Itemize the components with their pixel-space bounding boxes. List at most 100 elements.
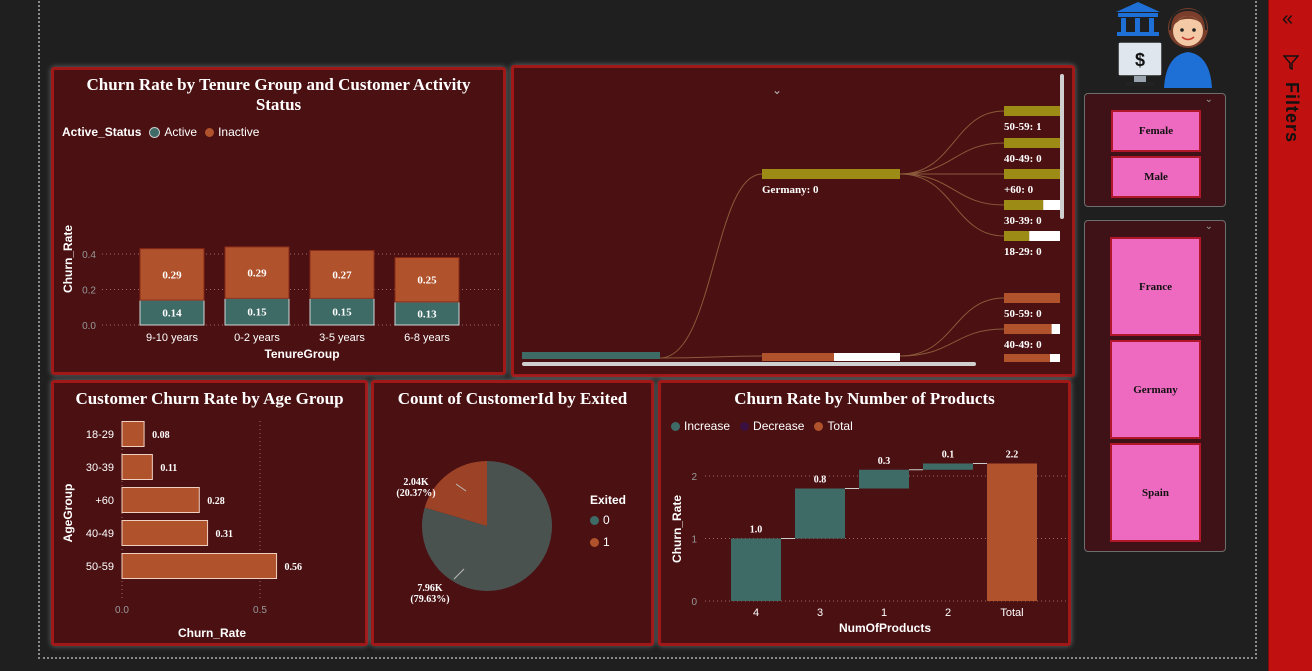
tree-leaf-label: 30-39: 0 <box>1004 215 1042 227</box>
legend-decrease-label: Decrease <box>753 419 805 433</box>
pie-legend-1-dot <box>590 537 599 547</box>
bar-age-group <box>121 421 145 447</box>
data-label-inactive: 0.29 <box>162 269 182 281</box>
tree-leaf-bar <box>1004 293 1060 303</box>
bar-age-group <box>121 454 153 480</box>
age-chart-title: Customer Churn Rate by Age Group <box>75 389 344 408</box>
filter-funnel-icon <box>1283 55 1299 70</box>
computer-monitor-icon: $ <box>1117 41 1163 86</box>
waterfall-bar-increase <box>923 463 973 470</box>
slicer-option-female[interactable]: Female <box>1111 110 1201 152</box>
x-tick-label: 3 <box>817 607 823 619</box>
slicer-option-france[interactable]: France <box>1110 237 1201 336</box>
y-tick-label: 1 <box>691 535 697 546</box>
x-axis-title: TenureGroup <box>264 347 339 361</box>
tenure-churn-chart-panel[interactable]: Churn Rate by Tenure Group and Customer … <box>51 67 506 375</box>
legend-active-dot <box>149 126 161 138</box>
y-axis-title: Churn_Rate <box>61 225 75 293</box>
data-label-inactive: 0.29 <box>247 268 267 280</box>
data-label-active: 0.13 <box>417 308 437 320</box>
legend-total-label: Total <box>827 419 853 433</box>
tree-link <box>659 355 763 359</box>
tree-leaf-label: 50-59: 0 <box>1004 308 1042 320</box>
tree-leaf-label: 50-59: 1 <box>1004 121 1042 133</box>
pie-legend-0-label: 0 <box>603 513 610 527</box>
products-chart-title: Churn Rate by Number of Products <box>734 389 995 408</box>
tree-leaf-label: +60: 0 <box>1004 184 1034 196</box>
tree-leaf-bar <box>1004 354 1050 362</box>
x-tick-label: Total <box>1000 607 1023 619</box>
legend-inactive-label: Inactive <box>218 125 260 139</box>
tenure-chart-legend: Active_Status Active Inactive <box>62 125 259 139</box>
tree-leaf-bar <box>1004 169 1060 179</box>
bar-age-group <box>121 520 209 546</box>
age-churn-chart-panel[interactable]: Customer Churn Rate by Age Group 0.0 0.5 1… <box>51 380 368 646</box>
products-churn-chart-panel[interactable]: Churn Rate by Number of Products Increas… <box>658 380 1071 646</box>
y-tick-label: +60 <box>95 495 114 507</box>
x-tick-label: 2 <box>945 607 951 619</box>
tree-link <box>899 142 1005 175</box>
tree-vertical-scrollbar <box>1060 74 1064 219</box>
collapse-pane-icon[interactable]: « <box>1282 8 1293 31</box>
data-label-inactive: 0.25 <box>417 275 437 287</box>
tree-link <box>899 173 1005 206</box>
data-label-inactive: 0.27 <box>332 269 352 281</box>
tree-node-germany-label: Germany: 0 <box>762 184 819 196</box>
country-slicer-panel: ⌄ France Germany Spain <box>1084 220 1226 552</box>
decomposition-tree: ⌄ Germany: 0 50-59: 1 40-49: 0 +60: 0 30-39: … <box>522 74 1064 366</box>
pie-label-1-count: 2.04K <box>403 477 429 488</box>
pie-legend-title: Exited <box>590 493 627 507</box>
y-tick-label: 2 <box>691 472 697 483</box>
tree-node-bar-remainder <box>834 353 900 361</box>
waterfall-bar-increase <box>795 488 845 539</box>
y-tick-label: 40-49 <box>86 528 114 540</box>
data-label: 0.56 <box>285 562 303 573</box>
tree-leaf-bar-remainder <box>1050 354 1060 362</box>
tree-leaf-bar <box>1004 138 1060 148</box>
slicer-option-male[interactable]: Male <box>1111 156 1201 198</box>
tree-root-bar <box>522 352 660 359</box>
x-tick-label: 4 <box>753 607 759 619</box>
y-axis-title: Churn_Rate <box>670 495 684 563</box>
bank-customer-service-illustration: $ <box>1116 2 1212 88</box>
x-tick-label: 0.5 <box>253 605 267 616</box>
country-slicer-chevron-icon[interactable]: ⌄ <box>1205 221 1213 232</box>
y-tick-label: 0.2 <box>82 286 96 297</box>
tree-expand-chevron-icon: ⌄ <box>772 83 782 97</box>
tenure-chart-title: Churn Rate by Tenure Group and Customer … <box>86 75 471 114</box>
tree-leaf-bar-remainder <box>1029 231 1060 241</box>
data-label: 1.0 <box>750 525 763 536</box>
legend-inactive-dot <box>205 127 215 137</box>
data-label: 0.1 <box>942 450 955 461</box>
exited-pie-chart-panel[interactable]: Count of CustomerId by Exited 2.04K (20.3… <box>371 380 654 646</box>
slicer-option-spain[interactable]: Spain <box>1110 443 1201 542</box>
filters-pane[interactable]: « Filters <box>1268 0 1312 671</box>
slicer-option-germany[interactable]: Germany <box>1110 340 1201 439</box>
tree-link <box>659 173 763 359</box>
pie-legend: Exited 0 1 <box>590 493 626 549</box>
products-chart-legend: Increase Decrease Total <box>671 419 853 433</box>
pie-chart-title: Count of CustomerId by Exited <box>397 389 628 408</box>
pie-legend-1-label: 1 <box>603 535 610 549</box>
x-tick-label: 9-10 years <box>146 332 198 344</box>
pie-label-0-pct: (79.63%) <box>410 594 449 605</box>
y-tick-label: 0 <box>691 597 697 608</box>
data-label-active: 0.15 <box>332 307 352 319</box>
waterfall-bar-total <box>987 463 1037 601</box>
data-label: 0.28 <box>207 496 225 507</box>
gender-slicer-chevron-icon[interactable]: ⌄ <box>1205 94 1213 105</box>
waterfall-bar-increase <box>859 469 909 489</box>
pie-label-1-pct: (20.37%) <box>396 488 435 499</box>
tree-leaf-label: 40-49: 0 <box>1004 153 1042 165</box>
x-tick-label: 0.0 <box>115 605 129 616</box>
data-label: 0.08 <box>152 430 170 441</box>
y-tick-label: 50-59 <box>86 561 114 573</box>
tree-horizontal-scrollbar <box>522 362 976 366</box>
data-label: 0.3 <box>878 456 891 467</box>
tree-leaf-bar <box>1004 231 1030 241</box>
age-chart-plot: 0.0 0.5 18-29 0.08 30-39 0.11 +60 0.28 40-49 0.31… <box>61 421 303 640</box>
y-tick-label: 18-29 <box>86 429 114 441</box>
tree-node-germany-bar <box>762 169 900 179</box>
decomposition-tree-panel[interactable]: ⌄ Germany: 0 50-59: 1 40-49: 0 +60: 0 30-39: … <box>511 65 1075 377</box>
tenure-legend-title: Active_Status <box>62 125 142 139</box>
